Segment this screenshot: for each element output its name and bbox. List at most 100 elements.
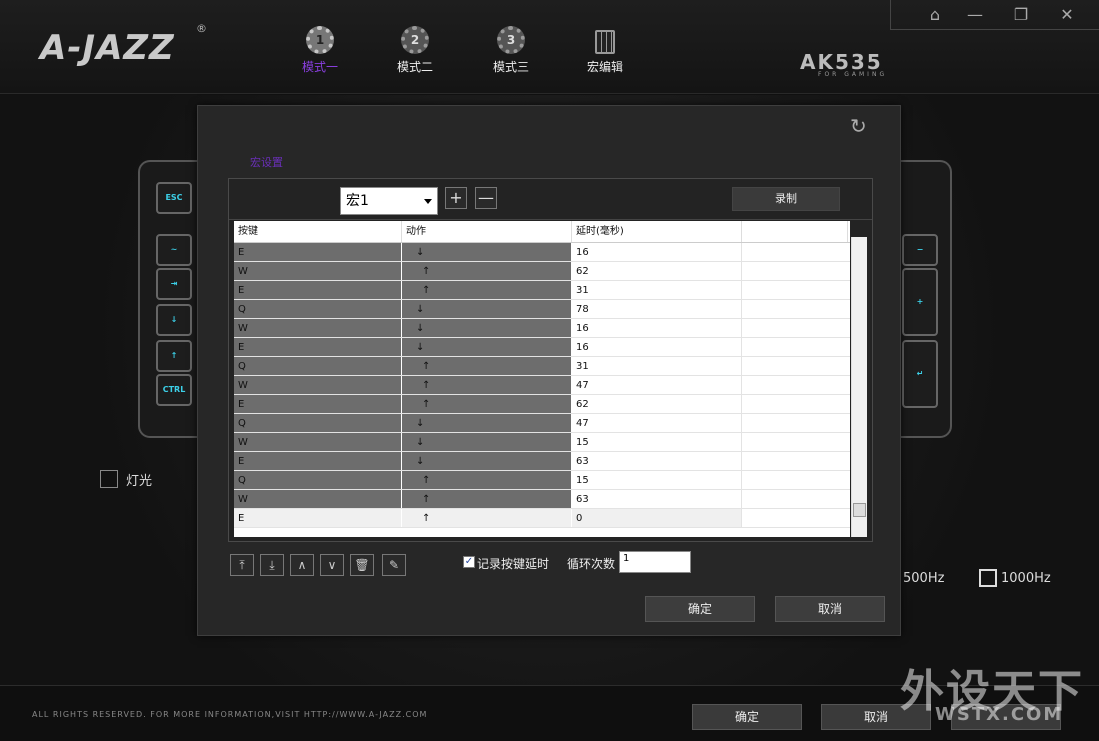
cell-action: ↓ [402,319,572,337]
cell-key: Q [234,414,402,432]
macro-select[interactable]: 宏1 [340,187,438,215]
key-plus[interactable]: + [902,268,938,336]
dialog-cancel-button[interactable]: 取消 [775,596,885,622]
table-row[interactable]: Q ↑ 31 [234,357,850,376]
cell-action: ↑ [402,509,572,527]
hz1000-checkbox[interactable] [979,569,997,587]
move-up-button[interactable]: ∧ [290,554,314,576]
tab-mode-3[interactable]: 3 模式三 [466,26,556,75]
cell-delay: 62 [572,262,742,280]
tab-mode-1-label: 模式一 [301,60,338,74]
column-header-empty [742,221,848,242]
hz500-label: 500Hz [903,571,945,586]
table-row[interactable]: Q ↓ 47 [234,414,850,433]
cell-action: ↑ [402,376,572,394]
cell-key: Q [234,300,402,318]
watermark-url: WSTX.COM [935,704,1064,725]
app-header: A-JAZZ ® 1 模式一 2 模式二 3 模式三 宏编辑 AK535 FOR… [0,0,1099,94]
cell-action: ↓ [402,452,572,470]
key-enter[interactable]: ↵ [902,340,938,408]
key-tilde[interactable]: ~ [156,234,192,266]
light-checkbox[interactable] [100,470,118,488]
move-bottom-button[interactable]: ⤓ [260,554,284,576]
dialog-ok-button[interactable]: 确定 [645,596,755,622]
cell-delay: 16 [572,243,742,261]
cell-delay: 62 [572,395,742,413]
refresh-icon[interactable]: ↻ [850,114,867,138]
table-scrollbar[interactable] [851,237,867,537]
cell-key: W [234,433,402,451]
tab-macro-edit-label: 宏编辑 [586,60,623,74]
hz1000-label: 1000Hz [1001,571,1051,586]
cell-empty [742,243,848,261]
table-row[interactable]: E ↑ 0 [234,509,850,528]
footer-ok-button[interactable]: 确定 [692,704,802,730]
move-down-button[interactable]: ∨ [320,554,344,576]
scrollbar-thumb[interactable] [853,503,866,517]
table-body: E ↓ 16 W ↑ 62 E ↑ 31 Q ↓ 78 W ↓ 16 E ↓ 16 Q ↑ 31 W ↑ 47 E ↑ 62 Q ↓ 47… [234,243,850,528]
cell-delay: 31 [572,357,742,375]
cell-action: ↑ [402,490,572,508]
table-row[interactable]: W ↑ 47 [234,376,850,395]
cell-key: E [234,243,402,261]
macro-panel: 宏1 + — 录制 按键 动作 延时(毫秒) E ↓ 16 W ↑ 62 E ↑ 31 Q ↓ 78 W… [228,178,873,542]
cell-key: W [234,262,402,280]
cell-key: E [234,338,402,356]
close-button[interactable]: ✕ [1055,4,1079,26]
cell-action: ↓ [402,433,572,451]
record-delay-label: 记录按键延时 [477,557,550,571]
ajazz-logo: A-JAZZ [40,28,175,68]
cell-action: ↓ [402,414,572,432]
cell-empty [742,490,848,508]
key-ctrl[interactable]: CTRL [156,374,192,406]
tab-mode-2[interactable]: 2 模式二 [370,26,460,75]
cell-key: E [234,452,402,470]
cell-key: Q [234,357,402,375]
cell-delay: 16 [572,319,742,337]
table-row[interactable]: E ↑ 31 [234,281,850,300]
move-top-button[interactable]: ⤒ [230,554,254,576]
restore-button[interactable]: ❐ [1009,4,1033,26]
key-esc[interactable]: ESC [156,182,192,214]
cell-delay: 31 [572,281,742,299]
table-row[interactable]: W ↑ 62 [234,262,850,281]
tab-macro-edit[interactable]: 宏编辑 [560,30,650,75]
record-delay-checkbox[interactable]: ✓ [463,556,475,568]
key-tab[interactable]: ⇥ [156,268,192,300]
column-header-delay: 延时(毫秒) [572,221,742,242]
table-row[interactable]: E ↓ 63 [234,452,850,471]
key-minus[interactable]: − [902,234,938,266]
model-subtitle: FOR GAMING [818,71,888,78]
table-row[interactable]: E ↓ 16 [234,338,850,357]
table-row[interactable]: Q ↑ 15 [234,471,850,490]
record-button[interactable]: 录制 [732,187,840,211]
table-header: 按键 动作 延时(毫秒) [234,221,850,243]
add-macro-button[interactable]: + [445,187,467,209]
clear-all-button[interactable]: ✎ [382,554,406,576]
keyboard-left-edge: ESC ~ ⇥ ↓ ↑ CTRL [138,160,200,438]
table-row[interactable]: W ↓ 16 [234,319,850,338]
delete-row-button[interactable]: 🗑 [350,554,374,576]
minimize-button[interactable]: — [963,4,987,26]
table-row[interactable]: W ↑ 63 [234,490,850,509]
cell-key: W [234,490,402,508]
key-caps[interactable]: ↓ [156,304,192,336]
gear-2-icon: 2 [401,26,429,54]
cell-action: ↑ [402,262,572,280]
key-shift[interactable]: ↑ [156,340,192,372]
table-row[interactable]: E ↑ 62 [234,395,850,414]
tab-mode-2-label: 模式二 [396,60,433,74]
remove-macro-button[interactable]: — [475,187,497,209]
tab-mode-1[interactable]: 1 模式一 [275,26,365,75]
table-row[interactable]: E ↓ 16 [234,243,850,262]
table-row[interactable]: W ↓ 15 [234,433,850,452]
loop-count-input[interactable]: 1 [619,551,691,573]
cell-delay: 15 [572,433,742,451]
cell-empty [742,395,848,413]
home-icon[interactable]: ⌂ [923,4,947,26]
cell-delay: 78 [572,300,742,318]
cell-action: ↑ [402,395,572,413]
window-controls: ⌂ — ❐ ✕ [890,0,1099,30]
table-row[interactable]: Q ↓ 78 [234,300,850,319]
registered-mark: ® [196,22,207,35]
